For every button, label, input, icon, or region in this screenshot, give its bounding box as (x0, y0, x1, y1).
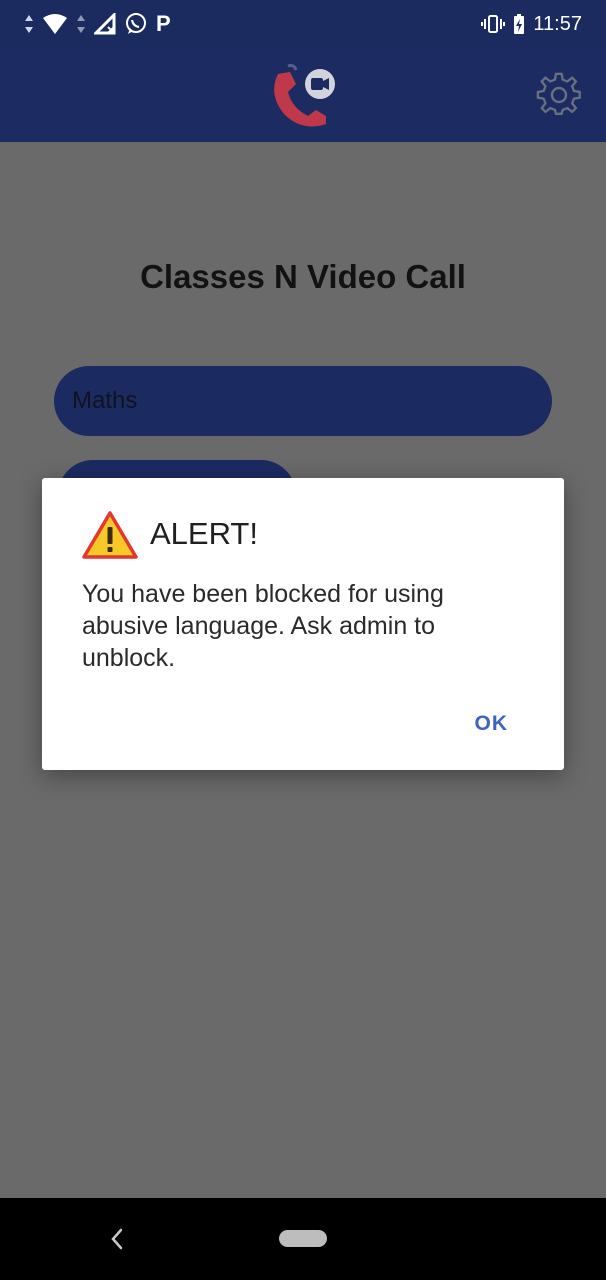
app-bar (0, 48, 606, 142)
vibrate-icon (481, 15, 506, 33)
dialog-title: ALERT! (150, 516, 258, 551)
warning-icon (82, 511, 138, 559)
data-arrows-icon (25, 15, 33, 33)
battery-charging-icon (514, 14, 525, 34)
signal-icon (94, 13, 116, 35)
data-arrows-icon (77, 15, 85, 33)
chevron-left-icon[interactable] (106, 1226, 128, 1252)
class-button-maths[interactable]: Maths (54, 366, 552, 436)
navigation-bar (0, 1198, 606, 1280)
status-bar: P 11:57 (0, 0, 606, 48)
status-icons-left: P (24, 11, 171, 37)
status-time: 11:57 (533, 12, 582, 35)
screen: P 11:57 Classes N Video Call Maths ALERT… (0, 0, 606, 1280)
dialog-message: You have been blocked for using abusive … (82, 580, 444, 672)
page-title: Classes N Video Call (140, 258, 466, 295)
status-icons-right: 11:57 (481, 13, 582, 36)
phone-video-call-logo-icon (274, 64, 335, 127)
alert-dialog: ALERT! You have been blocked for using a… (42, 478, 564, 770)
wifi-icon (43, 14, 67, 34)
home-pill-icon[interactable] (279, 1230, 327, 1247)
parking-p-icon: P (156, 11, 171, 36)
whatsapp-icon (126, 13, 146, 34)
ok-button[interactable]: OK (475, 712, 509, 736)
gear-icon[interactable] (536, 72, 582, 118)
